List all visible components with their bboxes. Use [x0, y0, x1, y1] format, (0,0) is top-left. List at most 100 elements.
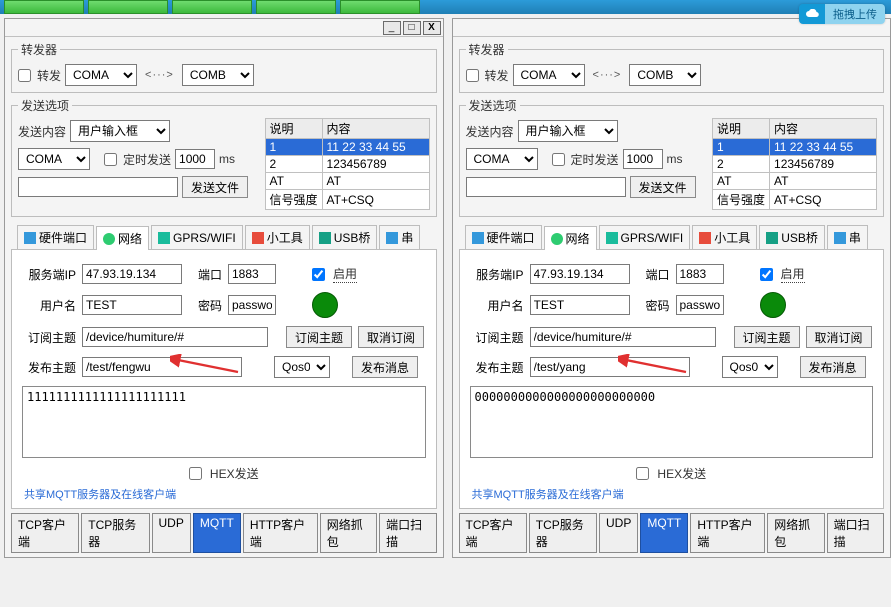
table-row[interactable]: 111 22 33 44 55: [265, 139, 429, 156]
pub-topic-input[interactable]: [530, 357, 690, 377]
subscribe-button[interactable]: 订阅主题: [286, 326, 352, 348]
subscribe-button[interactable]: 订阅主题: [734, 326, 800, 348]
tab-usb-bridge[interactable]: USB桥: [312, 225, 378, 249]
maximize-button[interactable]: □: [403, 21, 421, 35]
username-input[interactable]: [82, 295, 182, 315]
forward-label[interactable]: 转发: [485, 67, 509, 84]
tab-serial[interactable]: 串: [379, 225, 420, 249]
btab-http-client[interactable]: HTTP客户端: [690, 513, 765, 553]
unsubscribe-button[interactable]: 取消订阅: [358, 326, 424, 348]
btab-portscan[interactable]: 端口扫描: [379, 513, 436, 553]
tab-hardware[interactable]: 硬件端口: [17, 225, 94, 249]
tab-hardware[interactable]: 硬件端口: [465, 225, 542, 249]
sub-topic-input[interactable]: [82, 327, 268, 347]
interval-input[interactable]: [623, 149, 663, 169]
btab-udp[interactable]: UDP: [152, 513, 191, 553]
enable-checkbox[interactable]: [312, 268, 325, 281]
send-port-select[interactable]: COMA: [18, 148, 90, 170]
forward-checkbox[interactable]: [18, 69, 31, 82]
close-button[interactable]: X: [423, 21, 441, 35]
tab-tools[interactable]: 小工具: [245, 225, 310, 249]
server-ip-input[interactable]: [82, 264, 182, 284]
preset-table[interactable]: 说明 内容 111 22 33 44 552123456789ATAT信号强度A…: [712, 118, 877, 210]
table-row[interactable]: 2123456789: [265, 156, 429, 173]
taskbar-slot: [88, 0, 168, 14]
qos-select[interactable]: Qos0: [274, 356, 330, 378]
btab-mqtt[interactable]: MQTT: [193, 513, 241, 553]
shared-mqtt-link[interactable]: 共享MQTT服务器及在线客户端: [24, 486, 426, 502]
tab-network[interactable]: 网络: [96, 226, 149, 250]
timed-send-checkbox[interactable]: [552, 153, 565, 166]
forwarder-group: 转发器 转发 COMA <···> COMB: [11, 41, 437, 93]
sub-topic-input[interactable]: [530, 327, 716, 347]
cell-desc: 1: [713, 139, 770, 156]
message-textarea[interactable]: [470, 386, 874, 458]
hex-send-label[interactable]: HEX发送: [210, 465, 259, 482]
message-textarea[interactable]: [22, 386, 426, 458]
tab-gprs-wifi[interactable]: GPRS/WIFI: [599, 225, 691, 249]
tab-usb-bridge[interactable]: USB桥: [759, 225, 825, 249]
titlebar: _□X: [5, 19, 443, 37]
btab-tcp-server[interactable]: TCP服务器: [529, 513, 597, 553]
enable-label[interactable]: 启用: [781, 265, 805, 283]
port-input[interactable]: [676, 264, 724, 284]
send-content-select[interactable]: 用户输入框: [70, 120, 170, 142]
table-row[interactable]: 111 22 33 44 55: [713, 139, 877, 156]
btab-tcp-client[interactable]: TCP客户端: [459, 513, 527, 553]
btab-udp[interactable]: UDP: [599, 513, 638, 553]
btab-sniff[interactable]: 网络抓包: [767, 513, 824, 553]
forward-label[interactable]: 转发: [37, 67, 61, 84]
port-b-select[interactable]: COMB: [182, 64, 254, 86]
port-a-select[interactable]: COMA: [65, 64, 137, 86]
send-content-select[interactable]: 用户输入框: [518, 120, 618, 142]
btab-http-client[interactable]: HTTP客户端: [243, 513, 318, 553]
tab-gprs-wifi[interactable]: GPRS/WIFI: [151, 225, 243, 249]
send-file-button[interactable]: 发送文件: [630, 176, 696, 198]
btab-mqtt[interactable]: MQTT: [640, 513, 688, 553]
interval-input[interactable]: [175, 149, 215, 169]
qos-select[interactable]: Qos0: [722, 356, 778, 378]
btab-tcp-server[interactable]: TCP服务器: [81, 513, 149, 553]
btab-portscan[interactable]: 端口扫描: [827, 513, 884, 553]
table-row[interactable]: 信号强度AT+CSQ: [713, 190, 877, 210]
port-b-select[interactable]: COMB: [629, 64, 701, 86]
globe-icon: [551, 233, 563, 245]
send-text-input[interactable]: [466, 177, 626, 197]
drag-upload-badge[interactable]: 拖拽上传: [799, 4, 885, 24]
username-input[interactable]: [530, 295, 630, 315]
table-row[interactable]: 2123456789: [713, 156, 877, 173]
pub-topic-input[interactable]: [82, 357, 242, 377]
enable-label[interactable]: 启用: [333, 265, 357, 283]
tab-serial[interactable]: 串: [827, 225, 868, 249]
hex-send-label[interactable]: HEX发送: [657, 465, 706, 482]
send-text-input[interactable]: [18, 177, 178, 197]
port-a-select[interactable]: COMA: [513, 64, 585, 86]
publish-button[interactable]: 发布消息: [352, 356, 418, 378]
table-row[interactable]: ATAT: [265, 173, 429, 190]
table-row[interactable]: 信号强度AT+CSQ: [265, 190, 429, 210]
hex-send-checkbox[interactable]: [636, 467, 649, 480]
publish-button[interactable]: 发布消息: [800, 356, 866, 378]
password-input[interactable]: [228, 295, 276, 315]
password-input[interactable]: [676, 295, 724, 315]
tab-network[interactable]: 网络: [544, 226, 597, 250]
shared-mqtt-link[interactable]: 共享MQTT服务器及在线客户端: [472, 486, 874, 502]
forward-checkbox[interactable]: [466, 69, 479, 82]
unsubscribe-button[interactable]: 取消订阅: [806, 326, 872, 348]
enable-checkbox[interactable]: [760, 268, 773, 281]
hex-send-checkbox[interactable]: [189, 467, 202, 480]
btab-tcp-client[interactable]: TCP客户端: [11, 513, 79, 553]
timed-send-checkbox[interactable]: [104, 153, 117, 166]
send-file-button[interactable]: 发送文件: [182, 176, 248, 198]
timed-send-label[interactable]: 定时发送: [123, 151, 171, 168]
globe-icon: [103, 233, 115, 245]
preset-table[interactable]: 说明 内容 111 22 33 44 552123456789ATAT信号强度A…: [265, 118, 430, 210]
tab-tools[interactable]: 小工具: [692, 225, 757, 249]
timed-send-label[interactable]: 定时发送: [571, 151, 619, 168]
table-row[interactable]: ATAT: [713, 173, 877, 190]
minimize-button[interactable]: _: [383, 21, 401, 35]
server-ip-input[interactable]: [530, 264, 630, 284]
port-input[interactable]: [228, 264, 276, 284]
btab-sniff[interactable]: 网络抓包: [320, 513, 377, 553]
send-port-select[interactable]: COMA: [466, 148, 538, 170]
